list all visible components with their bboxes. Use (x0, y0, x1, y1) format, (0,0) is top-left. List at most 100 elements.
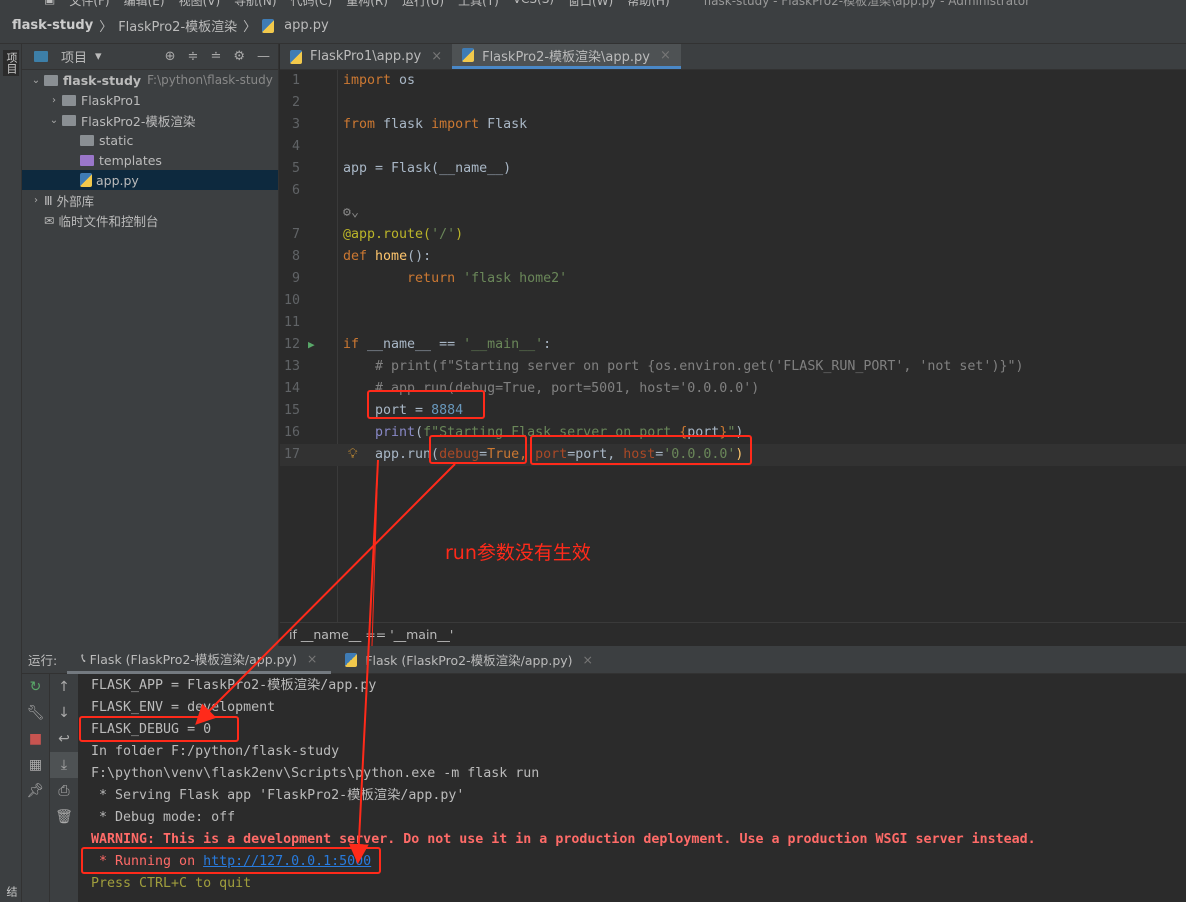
console-actions: ↑ ↓ ↩ ⤓ ⎙ 🗑︎ (50, 674, 78, 902)
menu-item[interactable]: 编辑(E) (124, 0, 165, 8)
code-text: return 'flask home2' (343, 268, 567, 290)
code-token: port (687, 425, 720, 440)
menu-item[interactable]: 运行(U) (402, 0, 444, 8)
tree-item[interactable]: app.py (22, 170, 278, 190)
chevron-right-icon[interactable]: › (46, 95, 62, 106)
code-token: ( (415, 425, 424, 440)
console-text: FLASK_APP = FlaskPro2-模板渲染/app.py (91, 678, 377, 693)
menu-item[interactable]: 代码(C) (291, 0, 333, 8)
run-tab-1[interactable]: 📞︎ Flask (FlaskPro2-模板渲染/app.py) × (67, 646, 332, 674)
code-token: ) (455, 227, 464, 242)
code-token: app = Flask(__name__) (343, 161, 512, 176)
line-number: 12 (283, 337, 300, 352)
menu-item[interactable]: 窗口(W) (568, 0, 613, 8)
code-line: 5 app = Flask(__name__) (280, 158, 1186, 180)
code-line: 15 port = 8884 (280, 400, 1186, 422)
console-line: Press CTRL+C to quit (91, 873, 251, 895)
console-text: WARNING: This is a development server. D… (91, 832, 1036, 847)
menu-item[interactable]: 工具(T) (458, 0, 499, 8)
code-editor[interactable]: 1 import os 2 3 from flask import Flask 4 5 app… (280, 70, 1186, 622)
library-icon: Ⅲ (44, 192, 53, 208)
code-token: debug (439, 447, 480, 462)
hide-icon[interactable]: — (257, 49, 270, 64)
soft-wrap-icon[interactable]: ↩ (50, 726, 78, 752)
code-text: import os (343, 70, 415, 92)
tree-item-label: 临时文件和控制台 (58, 213, 159, 229)
code-line: 6 (280, 180, 1186, 202)
tree-item[interactable]: › FlaskPro1 (22, 90, 278, 110)
stop-icon[interactable]: ■ (22, 726, 49, 752)
tab-2[interactable]: FlaskPro2-模板渲染\app.py × (452, 44, 681, 69)
project-tool-button[interactable]: 项目 (3, 50, 19, 76)
usage-hint-icon[interactable]: ⚙⌄ (343, 202, 359, 224)
tree-item[interactable]: › Ⅲ 外部库 (22, 190, 278, 210)
code-line: 7 @app.route('/') (280, 224, 1186, 246)
menu-item[interactable]: 导航(N) (234, 0, 276, 8)
console-text: FLASK_DEBUG = 0 (91, 722, 212, 737)
tree-item[interactable]: ✉ 临时文件和控制台 (22, 210, 278, 230)
run-toolbar: 运行: 📞︎ Flask (FlaskPro2-模板渲染/app.py) × Flas… (22, 646, 1186, 674)
code-token: ) (735, 447, 744, 462)
tree-item[interactable]: static (22, 130, 278, 150)
inlay-hint[interactable]: ⚙⌄ (280, 202, 1186, 224)
run-gutter-icon[interactable]: ▶ (308, 334, 315, 356)
tab-label: FlaskPro1\app.py (310, 49, 422, 64)
close-icon[interactable]: × (583, 652, 593, 667)
close-icon[interactable]: × (431, 49, 442, 64)
tree-item[interactable]: ⌄ FlaskPro2-模板渲染 (22, 110, 278, 130)
code-text: @app.route('/') (343, 224, 463, 246)
run-actions: ↻ 🔧︎ ■ ▦ 📌︎ (22, 674, 50, 902)
print-icon[interactable]: ⎙ (50, 778, 78, 804)
tree-item[interactable]: templates (22, 150, 278, 170)
scroll-to-end-icon[interactable]: ⤓ (50, 752, 78, 778)
close-icon[interactable]: × (660, 48, 671, 63)
code-text: port = 8884 (343, 400, 463, 422)
rerun-icon[interactable]: ↻ (22, 674, 49, 700)
close-icon[interactable]: × (307, 651, 317, 666)
code-token: @app.route( (343, 227, 432, 242)
arrow-up-icon[interactable]: ↑ (50, 674, 78, 700)
layout-icon[interactable]: ▦ (22, 752, 49, 778)
console-line: * Running on http://127.0.0.1:5000 (91, 851, 371, 873)
chevron-down-icon[interactable]: ⌄ (28, 75, 44, 86)
console-link[interactable]: http://127.0.0.1:5000 (203, 854, 371, 869)
menu-item[interactable]: 视图(V) (179, 0, 221, 8)
trash-icon[interactable]: 🗑︎ (50, 804, 78, 830)
menu-item[interactable]: VCS(S) (513, 0, 554, 8)
gear-icon[interactable]: ⚙ (233, 49, 245, 64)
menu-item[interactable]: 文件(F) (69, 0, 109, 8)
chevron-down-icon[interactable]: ⌄ (46, 115, 62, 126)
chevron-down-icon[interactable]: ▾ (95, 49, 102, 64)
menu-item[interactable]: 帮助(H) (627, 0, 669, 8)
code-line: 11 (280, 312, 1186, 334)
console-text: Press CTRL+C to quit (91, 876, 252, 891)
expand-all-icon[interactable]: ≑ (188, 49, 199, 64)
code-token: ) (735, 425, 744, 440)
code-line: 4 (280, 136, 1186, 158)
structure-tool-button[interactable]: 结构 (3, 884, 34, 902)
breadcrumb-project[interactable]: flask-study (12, 18, 93, 33)
window-title: flask-study - FlaskPro2-模板渲染\app.py - Ad… (703, 0, 1031, 8)
editor-breadcrumb[interactable]: if __name__ == '__main__' (280, 622, 1186, 646)
tree-item[interactable]: ⌄ flask-study F:\python\flask-study (22, 70, 278, 90)
arrow-down-icon[interactable]: ↓ (50, 700, 78, 726)
project-view-title[interactable]: 项目 (61, 47, 87, 66)
code-text: # print(f"Starting server on port {os.en… (343, 356, 1023, 378)
pin-icon[interactable]: 📌︎ (22, 778, 49, 804)
run-console[interactable]: FLASK_APP = FlaskPro2-模板渲染/app.py FLASK_E… (78, 674, 1186, 902)
run-tab-2[interactable]: Flask (FlaskPro2-模板渲染/app.py) × (331, 646, 607, 674)
tree-item-label: app.py (96, 172, 139, 188)
locate-icon[interactable]: ⊕ (165, 49, 176, 64)
menu-item[interactable]: 重构(R) (346, 0, 388, 8)
collapse-all-icon[interactable]: ≐ (210, 49, 221, 64)
tab-1[interactable]: FlaskPro1\app.py × (280, 44, 452, 69)
breadcrumb-folder[interactable]: FlaskPro2-模板渲染 (118, 16, 237, 35)
code-token: import (343, 73, 392, 88)
breadcrumb-file[interactable]: app.py (284, 18, 329, 33)
chevron-right-icon[interactable]: › (28, 195, 44, 206)
code-token: flask (375, 117, 432, 132)
wrench-icon[interactable]: 🔧︎ (22, 700, 49, 726)
code-token: =port, (567, 447, 624, 462)
app-logo-icon: ▣ (44, 0, 55, 8)
